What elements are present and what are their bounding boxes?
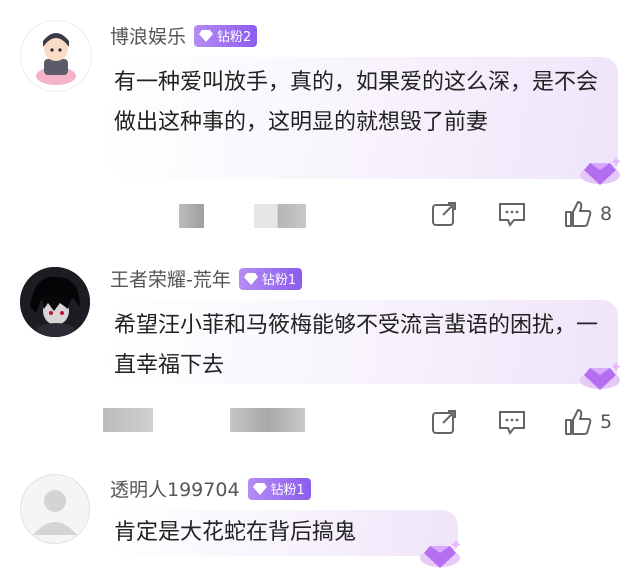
comment-item: 博浪娱乐 钻粉2 有一种爱叫放手，真的，如果爱的这么深，是不会做出这种事的，这明… — [0, 0, 640, 245]
badge-label: 钻粉1 — [261, 273, 297, 288]
diamond-decoration-icon — [580, 157, 621, 185]
badge-label: 钻粉1 — [270, 483, 305, 498]
share-icon[interactable] — [430, 408, 458, 436]
like-count: 8 — [600, 203, 613, 225]
share-icon[interactable] — [430, 200, 458, 228]
comment-header: 博浪娱乐 钻粉2 — [110, 22, 258, 49]
diamond-icon — [199, 29, 214, 42]
comment-item: 透明人199704 钻粉1 肯定是大花蛇在背后搞鬼 — [0, 460, 640, 568]
username[interactable]: 透明人199704 — [110, 475, 240, 502]
avatar-image — [36, 33, 76, 85]
redacted-block — [179, 204, 204, 228]
default-avatar-icon — [33, 490, 77, 535]
redacted-block — [103, 408, 153, 432]
thumbs-up-icon[interactable] — [564, 408, 592, 436]
comment-bubble[interactable]: 肯定是大花蛇在背后搞鬼 — [110, 510, 461, 568]
comment-icon[interactable] — [498, 408, 526, 436]
username[interactable]: 博浪娱乐 — [110, 22, 186, 49]
like-count: 5 — [600, 411, 613, 433]
avatar[interactable] — [20, 267, 90, 337]
diamond-decoration-icon — [420, 540, 461, 568]
comment-header: 透明人199704 钻粉1 — [110, 475, 311, 502]
fan-badge: 钻粉2 — [194, 24, 258, 47]
avatar[interactable] — [20, 20, 92, 92]
diamond-icon — [252, 482, 267, 495]
comment-bubble[interactable]: 希望汪小菲和马筱梅能够不受流言蜚语的困扰，一直幸福下去 — [110, 300, 621, 390]
comment-text: 肯定是大花蛇在背后搞鬼 — [114, 520, 357, 545]
comment-text: 希望汪小菲和马筱梅能够不受流言蜚语的困扰，一直幸福下去 — [114, 313, 599, 378]
diamond-decoration-icon — [580, 362, 621, 390]
comment-text: 有一种爱叫放手，真的，如果爱的这么深，是不会做出这种事的，这明显的就想毁了前妻 — [114, 70, 599, 135]
comment-icon[interactable] — [498, 200, 526, 228]
diamond-icon — [243, 272, 258, 285]
redacted-block — [254, 204, 306, 228]
comment-header: 王者荣耀-荒年 钻粉1 — [110, 265, 303, 292]
fan-badge: 钻粉1 — [247, 477, 311, 500]
avatar[interactable] — [20, 474, 90, 544]
comment-actions: 8 — [430, 200, 612, 228]
fan-badge: 钻粉1 — [238, 267, 303, 290]
thumbs-up-icon[interactable] — [564, 200, 592, 228]
avatar-image — [20, 267, 90, 337]
username[interactable]: 王者荣耀-荒年 — [110, 265, 231, 292]
badge-label: 钻粉2 — [217, 30, 252, 45]
comment-actions: 5 — [430, 408, 612, 436]
comment-bubble[interactable]: 有一种爱叫放手，真的，如果爱的这么深，是不会做出这种事的，这明显的就想毁了前妻 — [110, 57, 621, 185]
comment-item: 王者荣耀-荒年 钻粉1 希望汪小菲和马筱梅能够不受流言蜚语的困扰，一直幸福下去 … — [0, 245, 640, 460]
redacted-block — [230, 408, 305, 432]
